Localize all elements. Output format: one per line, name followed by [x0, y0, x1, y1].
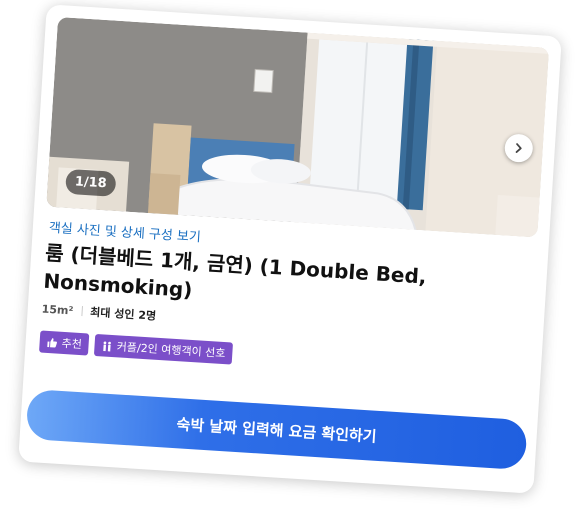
room-occupancy: 최대 성인 2명 [89, 305, 157, 323]
screen: 1/18 객실 사진 및 상세 구성 보기 룸 (더블베드 1개, 금연) (1… [0, 0, 588, 521]
room-photo[interactable]: 1/18 [46, 16, 550, 238]
photo-counter: 1/18 [65, 168, 117, 197]
tag-couple-preferred-label: 커플/2인 여행객이 선호 [116, 340, 226, 361]
check-rates-button[interactable]: 숙박 날짜 입력해 요금 확인하기 [25, 388, 528, 471]
tag-recommended-label: 추천 [61, 336, 83, 352]
room-meta: 15m² 최대 성인 2명 [41, 301, 156, 324]
room-tags: 추천 커플/2인 여행객이 선호 [39, 330, 234, 365]
chevron-right-icon [515, 143, 522, 153]
tag-couple-preferred: 커플/2인 여행객이 선호 [94, 333, 234, 365]
tag-recommended: 추천 [39, 330, 90, 356]
room-card: 1/18 객실 사진 및 상세 구성 보기 룸 (더블베드 1개, 금연) (1… [18, 4, 562, 494]
meta-divider [80, 306, 83, 317]
people-icon [103, 340, 112, 351]
room-photo-image [46, 16, 550, 238]
room-size: 15m² [41, 302, 74, 318]
thumbs-up-icon [47, 337, 58, 347]
